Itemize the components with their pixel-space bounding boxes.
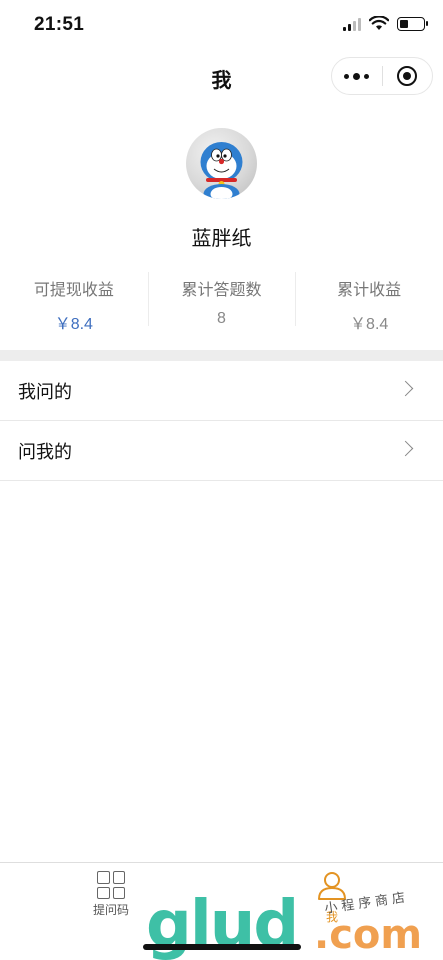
stat-value: 8 <box>217 310 226 327</box>
tab-question-code[interactable]: 提问码 <box>71 871 151 918</box>
stat-label: 累计收益 <box>337 282 402 299</box>
watermark-domain: .com <box>314 912 423 958</box>
chevron-right-icon <box>397 380 414 397</box>
section-divider <box>0 350 443 361</box>
chevron-right-icon <box>397 440 414 457</box>
target-close-icon <box>397 66 418 86</box>
home-indicator[interactable] <box>143 944 301 950</box>
tab-label: 提问码 <box>92 903 129 917</box>
menu-item-questions-to-me[interactable]: 问我的 <box>0 421 443 481</box>
grid-icon <box>97 871 125 899</box>
avatar[interactable] <box>186 128 257 199</box>
doraemon-avatar <box>200 142 243 199</box>
stat-label: 可提现收益 <box>33 282 114 299</box>
stat-total-answers: 累计答题数 8 <box>147 272 296 328</box>
stat-withdrawable-earnings[interactable]: 可提现收益 ￥8.4 <box>0 272 148 333</box>
nav-bar: 我 <box>0 54 443 100</box>
status-time: 21:51 <box>34 14 85 35</box>
menu-item-my-questions[interactable]: 我问的 <box>0 361 443 421</box>
stat-label: 累计答题数 <box>181 282 262 299</box>
menu-item-label: 问我的 <box>18 441 72 462</box>
mini-program-capsule <box>331 57 433 95</box>
signal-icon <box>343 17 361 31</box>
stat-total-earnings: 累计收益 ￥8.4 <box>295 272 443 333</box>
status-bar: 21:51 <box>0 0 443 54</box>
status-icons <box>343 16 428 31</box>
battery-icon <box>397 16 428 31</box>
stats-row: 可提现收益 ￥8.4 累计答题数 8 累计收益 ￥8.4 <box>0 272 443 333</box>
menu-list: 我问的 问我的 <box>0 361 443 481</box>
wifi-icon <box>369 16 389 30</box>
user-name: 蓝胖纸 <box>191 228 252 250</box>
more-dots-icon <box>344 72 370 80</box>
stat-value: ￥8.4 <box>350 316 389 333</box>
stat-value: ￥8.4 <box>54 316 93 333</box>
more-button[interactable] <box>332 58 382 94</box>
close-button[interactable] <box>383 58 433 94</box>
menu-item-label: 我问的 <box>18 381 72 402</box>
